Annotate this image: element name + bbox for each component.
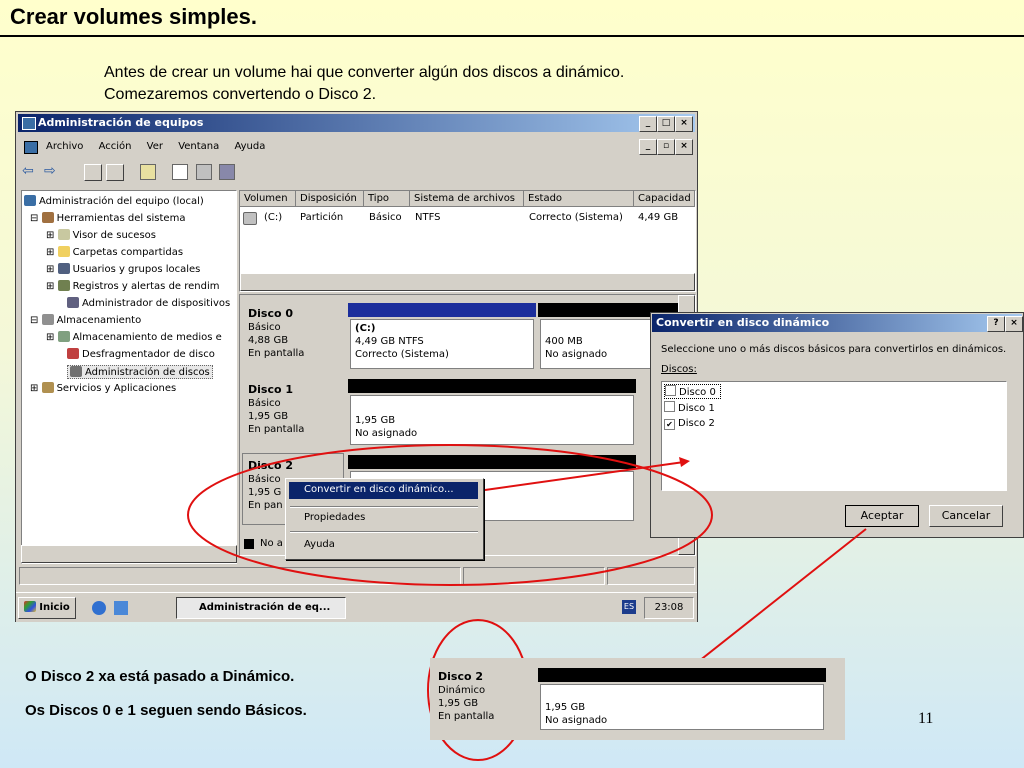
result-disk-name: Disco 2 <box>438 670 484 683</box>
caption-line-2: Os Discos 0 e 1 seguen sendo Básicos. <box>25 702 307 719</box>
arrow-to-result <box>688 528 867 670</box>
result-unalloc-bar <box>538 668 826 682</box>
arrowhead-icon <box>679 457 690 467</box>
result-disk-panel: Disco 2 Dinámico 1,95 GB En pantalla 1,9… <box>430 658 845 740</box>
result-unallocated[interactable]: 1,95 GB No asignado <box>540 684 824 730</box>
caption-line-1: O Disco 2 xa está pasado a Dinámico. <box>25 668 295 685</box>
highlight-ellipse <box>187 444 713 586</box>
page-number: 11 <box>918 710 934 727</box>
arrow-to-dialog <box>484 461 685 491</box>
result-disk-label[interactable]: Disco 2 Dinámico 1,95 GB En pantalla <box>438 670 494 723</box>
annotation-overlay <box>187 444 867 761</box>
result-disk-type: Dinámico <box>438 685 486 696</box>
